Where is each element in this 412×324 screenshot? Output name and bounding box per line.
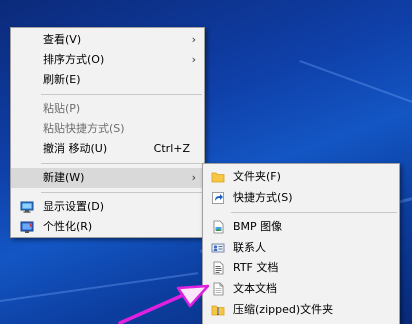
chevron-right-icon: › — [191, 171, 196, 184]
menu-item-sort-by[interactable]: 排序方式(O) › — [11, 50, 204, 70]
menu-item-refresh[interactable]: 刷新(E) — [11, 70, 204, 90]
bmp-image-icon — [211, 220, 225, 234]
menu-item-label: 显示设置(D) — [43, 200, 105, 213]
menu-item-label: 压缩(zipped)文件夹 — [233, 302, 334, 316]
menu-item-label: 联系人 — [233, 240, 266, 254]
submenu-item-bmp-image[interactable]: BMP 图像 — [203, 217, 399, 238]
menu-item-label: BMP 图像 — [233, 220, 283, 234]
submenu-item-contact[interactable]: 联系人 — [203, 238, 399, 259]
submenu-item-zip-folder[interactable]: 压缩(zipped)文件夹 — [203, 300, 399, 321]
menu-item-label: 粘贴(P) — [43, 102, 81, 115]
desktop-context-menu: 查看(V) › 排序方式(O) › 刷新(E) 粘贴(P) 粘贴快捷方式(S) … — [10, 27, 205, 238]
submenu-item-text-document[interactable]: 文本文档 — [203, 279, 399, 300]
menu-item-label: 撤消 移动(U) — [43, 142, 108, 155]
menu-item-label: 快捷方式(S) — [233, 190, 293, 204]
menu-item-label: 文件夹(F) — [233, 170, 281, 183]
menu-item-label: 文本文档 — [233, 281, 277, 295]
new-submenu: 文件夹(F) 快捷方式(S) BMP 图像 联系人 RTF 文档 文本文档 压缩… — [202, 163, 400, 324]
menu-separator — [41, 163, 202, 164]
menu-item-label: 新建(W) — [43, 171, 85, 184]
contact-icon — [211, 241, 225, 255]
menu-separator — [231, 212, 397, 214]
menu-item-label: 排序方式(O) — [43, 53, 105, 66]
menu-item-view[interactable]: 查看(V) › — [11, 30, 204, 50]
menu-item-new[interactable]: 新建(W) › — [11, 168, 204, 188]
chevron-right-icon: › — [191, 33, 196, 46]
menu-separator — [41, 192, 202, 193]
menu-item-label: 粘贴快捷方式(S) — [43, 122, 125, 135]
annotation-arrow-icon — [118, 284, 210, 324]
chevron-right-icon: › — [191, 53, 196, 66]
folder-icon — [211, 170, 225, 184]
menu-item-label: 个性化(R) — [43, 220, 93, 233]
submenu-item-shortcut[interactable]: 快捷方式(S) — [203, 188, 399, 209]
menu-item-paste: 粘贴(P) — [11, 99, 204, 119]
shortcut-icon — [211, 191, 225, 205]
submenu-item-rtf-document[interactable]: RTF 文档 — [203, 258, 399, 279]
menu-item-display-settings[interactable]: 显示设置(D) — [11, 197, 204, 217]
display-settings-icon — [20, 200, 34, 214]
menu-item-paste-shortcut: 粘贴快捷方式(S) — [11, 119, 204, 139]
menu-item-personalize[interactable]: 个性化(R) — [11, 217, 204, 237]
menu-item-undo-move[interactable]: 撤消 移动(U) Ctrl+Z — [11, 139, 204, 159]
submenu-item-folder[interactable]: 文件夹(F) — [203, 167, 399, 188]
menu-separator — [41, 94, 202, 95]
menu-item-label: 查看(V) — [43, 33, 82, 46]
desktop-light-streak — [299, 60, 412, 110]
menu-item-shortcut: Ctrl+Z — [153, 142, 190, 155]
rtf-document-icon — [211, 261, 225, 275]
personalize-icon — [20, 220, 34, 234]
menu-item-label: RTF 文档 — [233, 261, 279, 275]
menu-item-label: 刷新(E) — [43, 73, 81, 86]
